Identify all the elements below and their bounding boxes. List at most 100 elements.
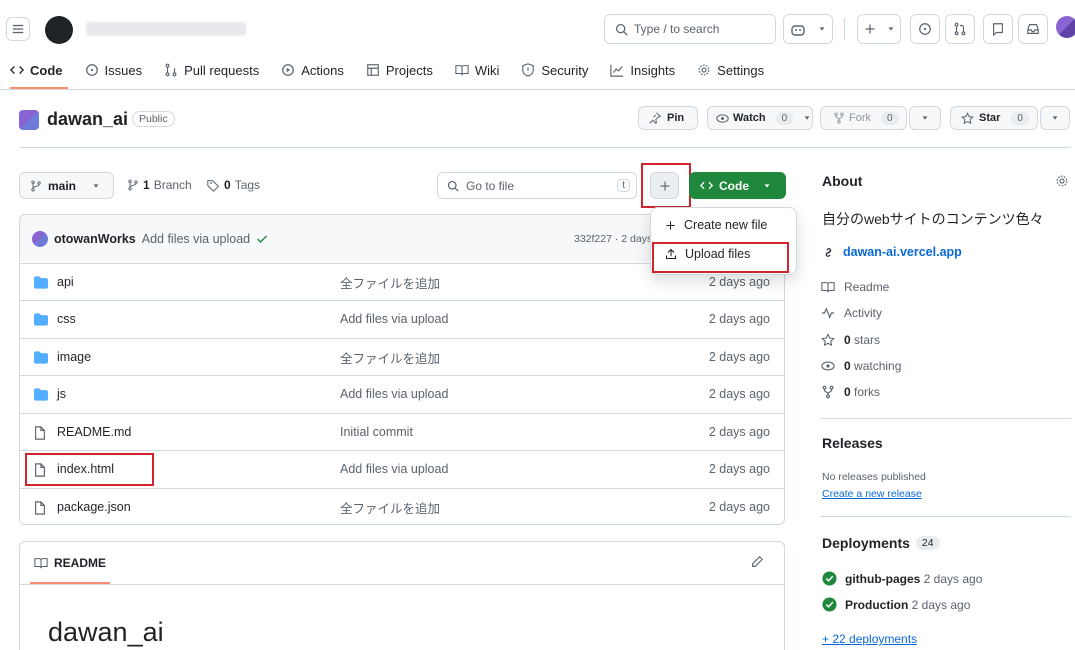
repo-nav: Code Issues Pull requests Actions Projec… [10, 60, 786, 80]
table-row[interactable]: css Add files via upload 2 days ago [19, 300, 785, 337]
tab-insights[interactable]: Insights [610, 63, 675, 78]
file-name[interactable]: package.json [57, 500, 131, 514]
divider [844, 18, 845, 40]
fork-button[interactable]: Fork 0 [820, 106, 907, 130]
check-circle-icon [822, 597, 837, 612]
play-icon [282, 64, 295, 76]
tab-projects[interactable]: Projects [366, 63, 433, 78]
table-row[interactable]: package.json 全ファイルを追加 2 days ago [19, 488, 785, 525]
file-name[interactable]: README.md [57, 425, 131, 439]
branch-icon [128, 179, 138, 191]
fork-label: Fork [849, 112, 871, 124]
copilot-button[interactable] [783, 14, 833, 44]
edit-readme-button[interactable] [750, 555, 764, 569]
title-divider [19, 147, 1071, 148]
inbox-button[interactable] [1018, 14, 1048, 44]
file-name[interactable]: css [57, 312, 76, 326]
shortcut-key: t [617, 179, 630, 192]
search-placeholder: Type / to search [634, 22, 720, 36]
search-icon [615, 23, 628, 36]
star-dropdown[interactable] [1040, 106, 1070, 130]
create-new-button[interactable] [857, 14, 901, 44]
tab-security[interactable]: Security [521, 63, 588, 78]
pin-button[interactable]: Pin [638, 106, 698, 130]
discussions-button[interactable] [983, 14, 1013, 44]
tags-link[interactable]: 0 Tags [207, 178, 260, 192]
hamburger-icon [12, 24, 24, 34]
code-button[interactable]: Code [689, 172, 786, 199]
about-settings-button[interactable] [1055, 174, 1069, 188]
fork-icon [822, 385, 834, 399]
highlight-upload-files [652, 242, 789, 273]
star-label: Star [979, 112, 1001, 124]
go-to-file-input[interactable]: Go to file t [437, 172, 637, 199]
readme-label: README [54, 556, 107, 570]
chevron-down-icon [819, 27, 825, 31]
commit-message[interactable]: Add files via upload [142, 232, 250, 246]
file-commit-message[interactable]: Add files via upload [340, 387, 448, 401]
visibility-badge: Public [132, 111, 175, 127]
tab-wiki[interactable]: Wiki [455, 63, 499, 78]
file-commit-message[interactable]: 全ファイルを追加 [340, 273, 440, 292]
tab-issues[interactable]: Issues [85, 63, 142, 78]
more-deployments-link[interactable]: + 22 deployments [822, 632, 917, 646]
chevron-down-icon [93, 183, 99, 188]
inbox-icon [1027, 24, 1039, 34]
commit-sha[interactable]: 332f227 · 2 days [574, 233, 652, 245]
file-commit-message[interactable]: Add files via upload [340, 312, 448, 326]
pin-icon [649, 112, 661, 124]
create-release-link[interactable]: Create a new release [822, 488, 922, 500]
chevron-down-icon [888, 27, 893, 31]
search-box[interactable]: Type / to search [604, 14, 776, 44]
github-logo-icon[interactable] [45, 16, 73, 44]
issues-button[interactable] [910, 14, 940, 44]
tab-pull-requests[interactable]: Pull requests [164, 63, 259, 78]
pull-requests-button[interactable] [945, 14, 975, 44]
homepage-link[interactable]: dawan-ai.vercel.app [822, 245, 962, 259]
commit-author[interactable]: otowanWorks [54, 232, 136, 246]
stars-link[interactable]: 0 stars [821, 333, 880, 347]
code-icon [700, 181, 713, 190]
tab-settings[interactable]: Settings [697, 63, 764, 78]
file-commit-message[interactable]: Initial commit [340, 425, 413, 439]
readme-tab[interactable]: README [34, 556, 106, 570]
avatar[interactable] [1056, 16, 1075, 38]
repo-name[interactable]: dawan_ai [47, 109, 128, 130]
menu-item-create-new-file[interactable]: Create new file [665, 218, 767, 232]
forks-count: 0 [844, 385, 851, 399]
deployment-item[interactable]: github-pages 2 days ago [822, 571, 982, 586]
deployment-item[interactable]: Production 2 days ago [822, 597, 970, 612]
copilot-icon [791, 25, 805, 36]
readme-link[interactable]: Readme [821, 280, 889, 294]
code-icon [10, 66, 24, 74]
about-title: About [822, 173, 863, 189]
hamburger-menu-button[interactable] [6, 17, 30, 41]
branches-link[interactable]: 1 Branch [127, 178, 192, 192]
table-row[interactable]: image 全ファイルを追加 2 days ago [19, 338, 785, 375]
tab-actions[interactable]: Actions [281, 63, 344, 78]
pencil-icon [752, 555, 764, 567]
file-name[interactable]: js [57, 387, 66, 401]
table-row[interactable]: js Add files via upload 2 days ago [19, 375, 785, 412]
releases-title[interactable]: Releases [822, 435, 883, 451]
file-commit-message[interactable]: Add files via upload [340, 462, 448, 476]
file-commit-message[interactable]: 全ファイルを追加 [340, 498, 440, 517]
star-button[interactable]: Star 0 [950, 106, 1038, 130]
activity-link[interactable]: Activity [821, 306, 882, 320]
watching-link[interactable]: 0 watching [821, 359, 901, 373]
fork-count: 0 [881, 111, 899, 125]
table-row[interactable]: README.md Initial commit 2 days ago [19, 413, 785, 450]
forks-link[interactable]: 0 forks [821, 385, 880, 399]
branch-count: 1 [143, 178, 150, 192]
file-name[interactable]: api [57, 275, 74, 289]
tab-code[interactable]: Code [10, 63, 63, 78]
eye-icon [716, 113, 729, 123]
file-name[interactable]: image [57, 350, 91, 364]
pull-request-icon [954, 22, 966, 36]
branch-selector[interactable]: main [19, 172, 114, 199]
deployments-header[interactable]: Deployments 24 [822, 535, 940, 551]
fork-dropdown[interactable] [909, 106, 941, 130]
watch-button[interactable]: Watch 0 [707, 106, 813, 130]
file-commit-message[interactable]: 全ファイルを追加 [340, 348, 440, 367]
watch-label: Watch [733, 112, 766, 124]
